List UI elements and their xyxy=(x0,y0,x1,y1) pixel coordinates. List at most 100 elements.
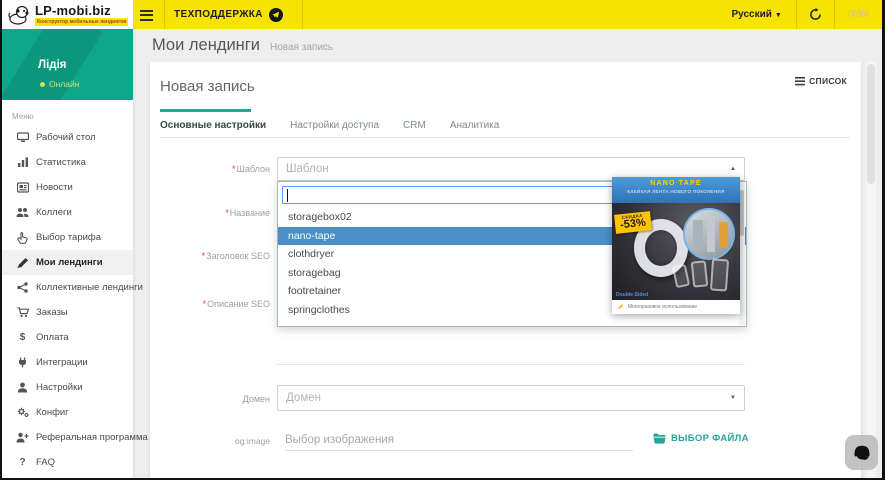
cart-icon xyxy=(16,307,29,319)
tab-access-settings[interactable]: Настройки доступа xyxy=(290,116,379,135)
breadcrumb-sub: Новая запись xyxy=(270,42,334,53)
main-content-area: Новая запись СПИСОК Основные настройки Н… xyxy=(133,62,882,480)
sidebar-item-label: Мои лендинги xyxy=(36,257,103,268)
preview-product-image: СКИДКА -53% Double-Sided xyxy=(612,203,740,300)
support-label: ТЕХПОДДЕРЖКА xyxy=(174,9,263,20)
user-name: Лідія xyxy=(38,59,67,71)
sidebar-item-label: Статистика xyxy=(36,157,86,168)
refresh-button[interactable] xyxy=(797,8,834,21)
topbar-divider xyxy=(795,0,797,29)
sidebar-item-referral[interactable]: Реферальная программа xyxy=(2,425,148,450)
sidebar-item-news[interactable]: Новости xyxy=(2,175,133,200)
sidebar-item-orders[interactable]: Заказы xyxy=(2,300,133,325)
sidebar-item-settings[interactable]: Настройки xyxy=(2,375,133,400)
new-record-card: Новая запись СПИСОК Основные настройки Н… xyxy=(150,62,861,480)
sidebar-item-integrations[interactable]: Интеграции xyxy=(2,350,133,375)
sidebar-item-dashboard[interactable]: Рабочий стол xyxy=(2,125,133,150)
tape-strip-graphic xyxy=(671,263,691,289)
list-button-label: СПИСОК xyxy=(809,76,847,86)
list-icon xyxy=(795,76,806,85)
gears-icon xyxy=(16,407,29,419)
user-panel: Лідія Онлайн xyxy=(2,29,133,100)
sidebar-item-tariff[interactable]: Выбор тарифа xyxy=(2,225,133,250)
page-scrollbar[interactable] xyxy=(866,62,876,480)
sidebar-item-colleagues[interactable]: Коллеги xyxy=(2,200,133,225)
logo-tagline: Конструктор мобильных лендингов xyxy=(35,17,129,26)
tape-strip-graphic xyxy=(690,260,709,288)
support-button[interactable]: ТЕХПОДДЕРЖКА xyxy=(174,0,283,29)
folder-icon xyxy=(653,433,666,444)
frame-edge-left xyxy=(0,0,2,480)
preview-subtitle: КЛЕЙКАЯ ЛЕНТА НОВОГО ПОКОЛЕНИЯ xyxy=(627,189,725,194)
breadcrumb: Мои лендинги Новая запись xyxy=(133,29,882,62)
sidebar-item-label: Выбор тарифа xyxy=(36,232,102,243)
language-label: Русский xyxy=(731,9,772,20)
page-title: Мои лендинги xyxy=(152,36,261,54)
sidebar-item-label: Коллеги xyxy=(36,207,72,218)
telegram-icon xyxy=(268,7,283,22)
domain-select[interactable]: Домен ▼ xyxy=(277,385,745,411)
sidebar-item-label: Коллективные лендинги xyxy=(36,282,143,293)
chart-icon xyxy=(16,157,29,169)
user-status: Онлайн xyxy=(40,79,79,89)
template-preview-card: NANO TAPE КЛЕЙКАЯ ЛЕНТА НОВОГО ПОКОЛЕНИЯ… xyxy=(612,177,740,314)
inset-photo-circle xyxy=(683,208,735,260)
discount-badge: СКИДКА -53% xyxy=(614,211,652,234)
sidebar-item-payment[interactable]: $ Оплата xyxy=(2,325,133,350)
hamburger-menu-icon[interactable] xyxy=(140,7,156,22)
tab-main-settings[interactable]: Основные настройки xyxy=(160,116,266,135)
text-caret xyxy=(287,189,288,202)
sidebar-item-collective-landings[interactable]: Коллективные лендинги xyxy=(2,275,143,300)
textarea-bottom-border xyxy=(277,364,745,365)
sidebar-item-statistics[interactable]: Статистика xyxy=(2,150,133,175)
user-plus-icon xyxy=(16,432,29,444)
preview-watermark: Double-Sided xyxy=(616,292,649,298)
sidebar-item-label: Конфиг xyxy=(36,407,69,418)
language-dropdown[interactable]: Русский ▼ xyxy=(717,9,795,20)
pencil-icon xyxy=(16,257,29,269)
users-icon xyxy=(16,207,29,219)
sidebar-item-label: Заказы xyxy=(36,307,68,318)
support-chat-widget[interactable] xyxy=(845,435,878,470)
chevron-up-icon: ▲ xyxy=(730,166,736,172)
list-button[interactable]: СПИСОК xyxy=(789,72,853,90)
refresh-icon xyxy=(809,8,821,20)
og-image-label: og:image xyxy=(235,436,270,446)
news-icon xyxy=(16,182,29,194)
question-icon: ? xyxy=(19,456,26,468)
topbar-right: Русский ▼ Лідія xyxy=(717,0,879,29)
sidebar-item-label: Реферальная программа xyxy=(36,432,148,443)
top-bar: LP-mobi.biz Конструктор мобильных лендин… xyxy=(2,0,882,29)
sidebar-item-label: Интеграции xyxy=(36,357,88,368)
user-icon xyxy=(16,382,29,394)
topbar-divider xyxy=(302,0,303,29)
logo-title: LP-mobi.biz xyxy=(35,2,111,18)
desktop-icon xyxy=(16,132,29,144)
dog-logo-icon xyxy=(8,5,29,25)
menu-section-label: Меню xyxy=(12,112,34,121)
topbar-divider xyxy=(164,0,165,29)
template-select-placeholder: Шаблон xyxy=(286,163,329,175)
tape-strip-graphic xyxy=(709,258,730,292)
hand-pointer-icon xyxy=(16,231,29,244)
sidebar-item-config[interactable]: Конфиг xyxy=(2,400,133,425)
discount-value: -53% xyxy=(619,216,647,232)
domain-label: Домен xyxy=(242,394,270,404)
seo-title-label: *Заголовок SEO xyxy=(201,251,270,261)
domain-select-placeholder: Домен xyxy=(286,392,321,404)
preview-feature-row: ✔ Многоразовое использование xyxy=(612,300,740,314)
file-select-button[interactable]: ВЫБОР ФАЙЛА xyxy=(648,430,754,447)
user-profile-link[interactable]: Лідія xyxy=(835,9,879,20)
active-tab-indicator xyxy=(160,109,251,112)
tab-crm[interactable]: CRM xyxy=(403,116,426,135)
sidebar-item-faq[interactable]: ? FAQ xyxy=(2,450,133,475)
sidebar-item-label: Рабочий стол xyxy=(36,132,96,143)
sidebar-item-label: Настройки xyxy=(36,382,83,393)
online-status-dot xyxy=(40,81,45,87)
online-status-label: Онлайн xyxy=(49,79,80,89)
og-image-input[interactable] xyxy=(285,430,633,451)
preview-title: NANO TAPE xyxy=(650,180,702,187)
sidebar-item-my-landings[interactable]: Мои лендинги xyxy=(2,250,133,275)
logo[interactable]: LP-mobi.biz Конструктор мобильных лендин… xyxy=(2,0,133,29)
tab-analytics[interactable]: Аналитика xyxy=(450,116,500,135)
